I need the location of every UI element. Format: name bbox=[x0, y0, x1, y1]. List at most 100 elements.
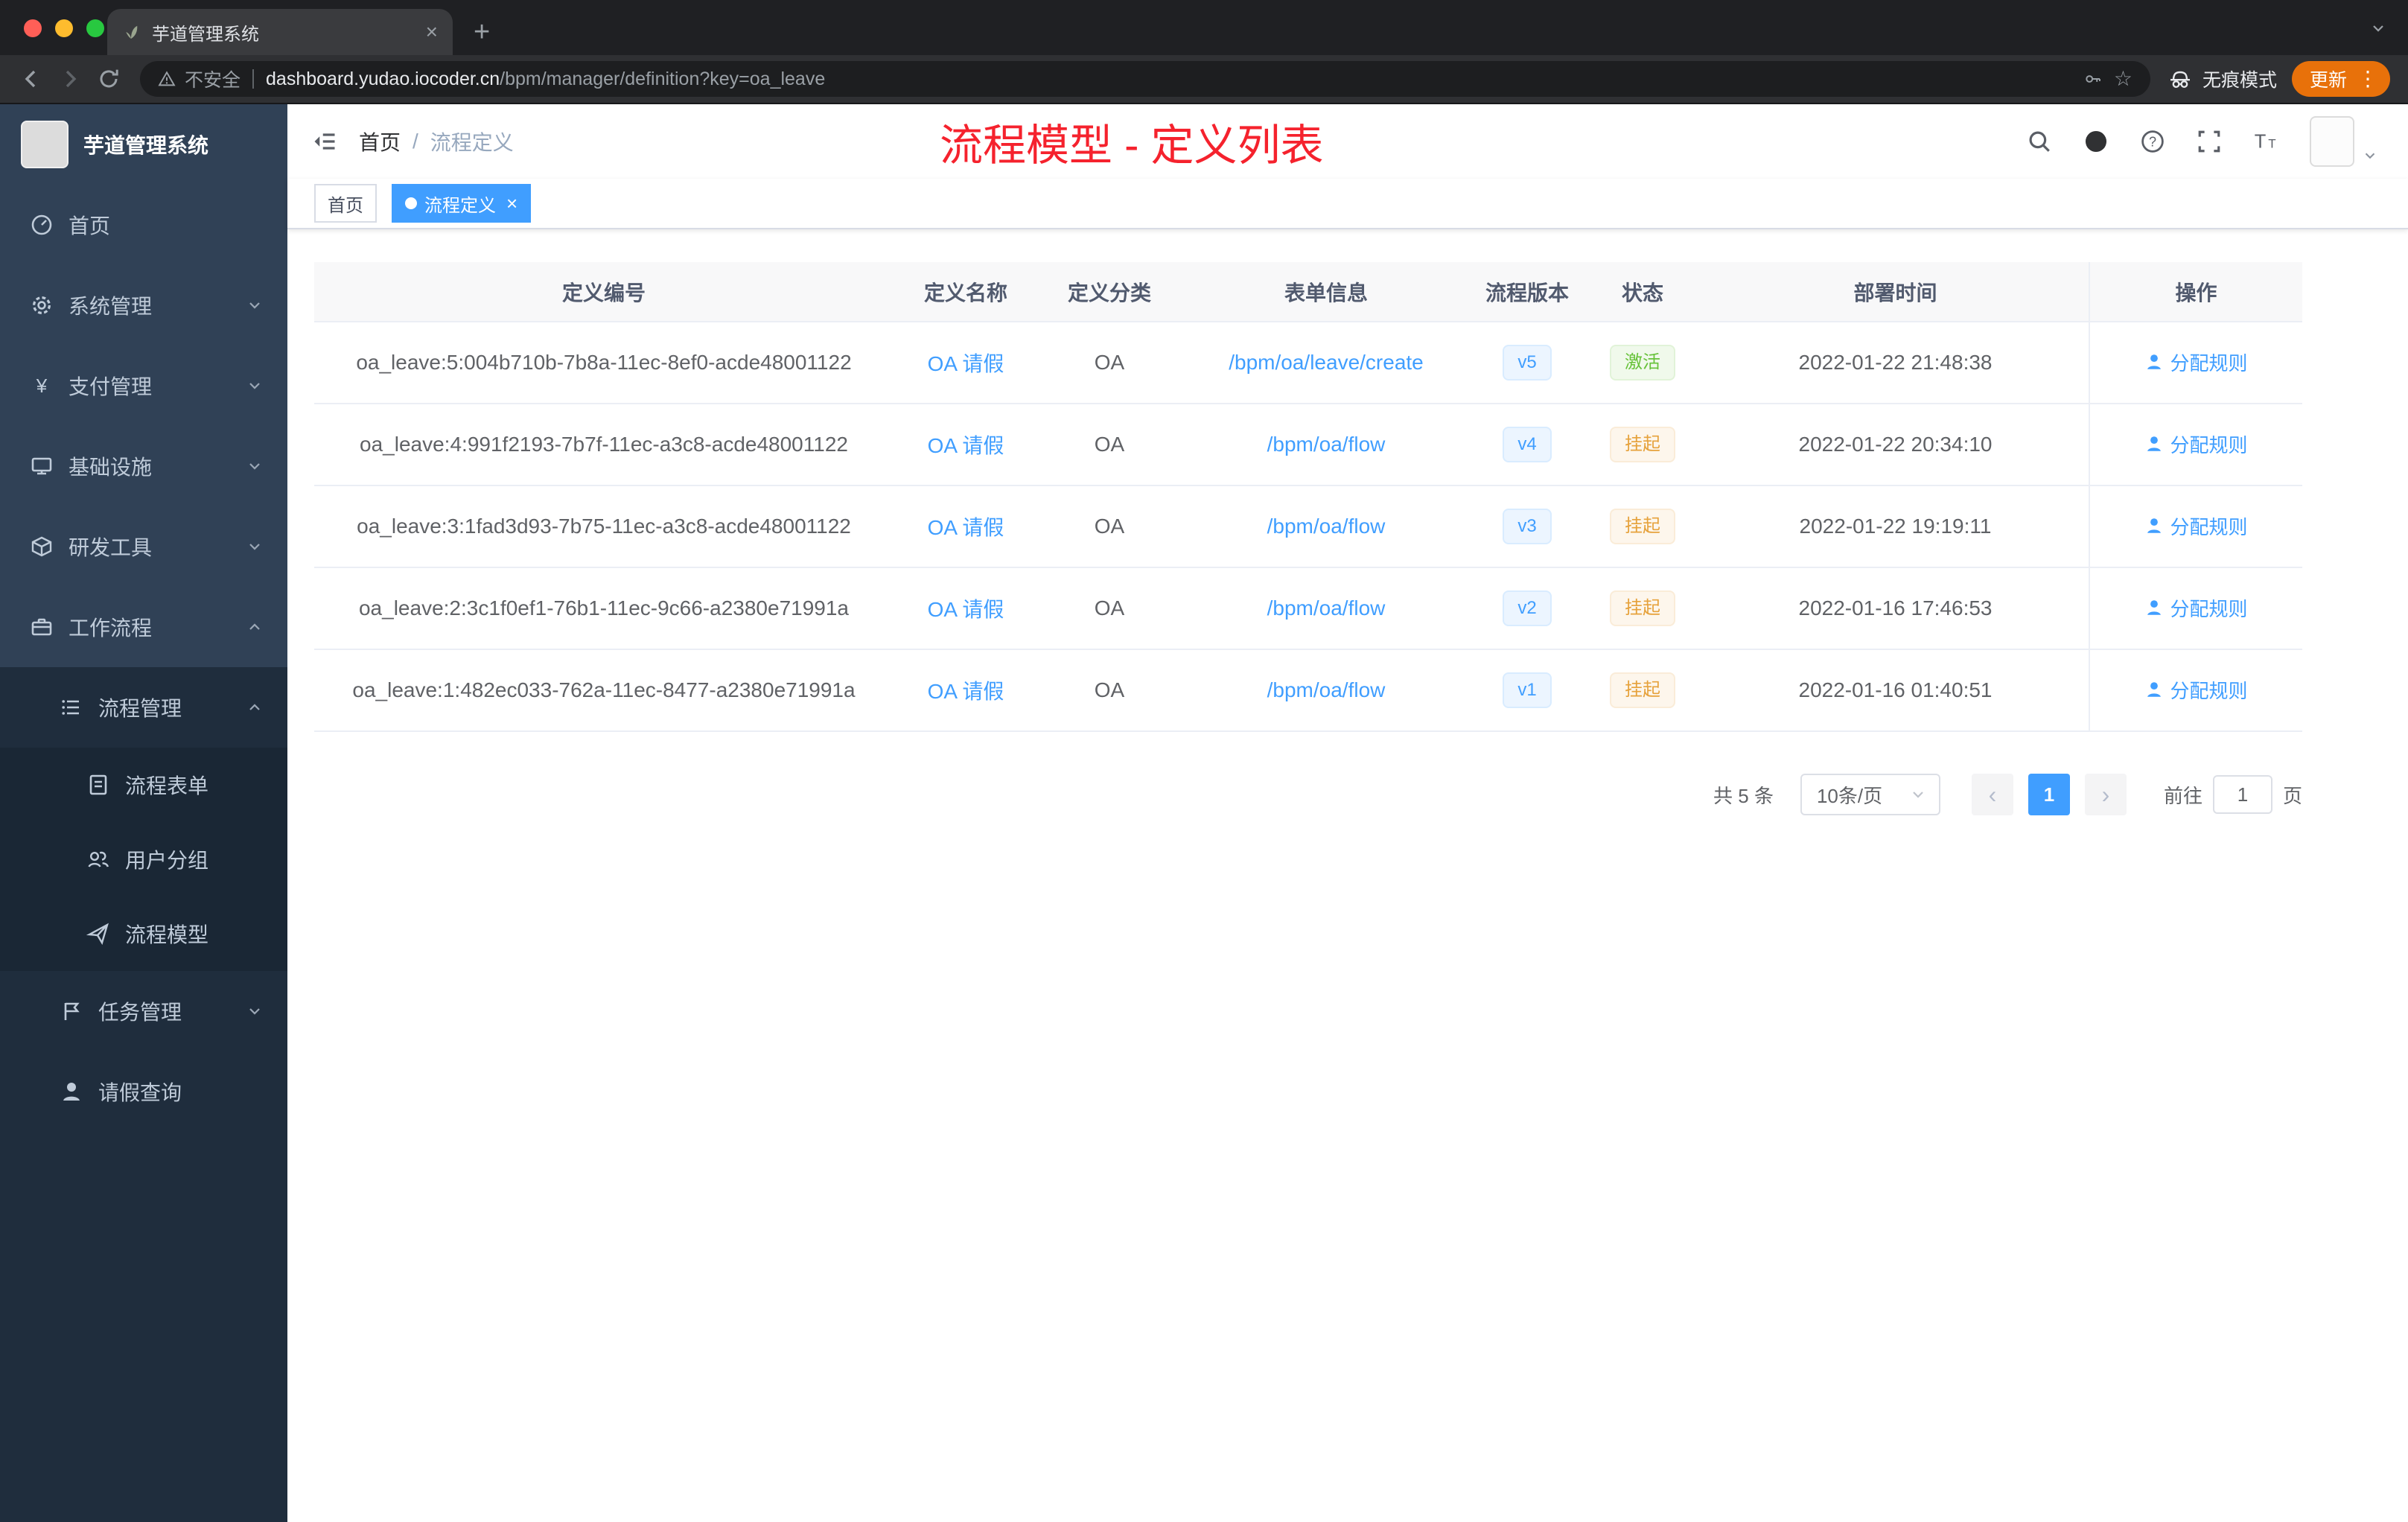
reload-button[interactable] bbox=[89, 60, 128, 98]
definition-name-link[interactable]: OA 请假 bbox=[928, 680, 1004, 703]
url-host: dashboard.yudao.iocoder.cn bbox=[266, 68, 500, 89]
user-icon bbox=[2144, 434, 2164, 453]
close-window-button[interactable] bbox=[24, 19, 42, 37]
assign-rule-link[interactable]: 分配规则 bbox=[2144, 348, 2248, 376]
sidebar-item-workflow[interactable]: 工作流程 bbox=[0, 587, 287, 667]
cell-category: OA bbox=[1038, 322, 1181, 404]
sidebar-item-task-management[interactable]: 任务管理 bbox=[0, 971, 287, 1051]
fullscreen-icon[interactable] bbox=[2197, 129, 2222, 154]
goto-page-input[interactable] bbox=[2212, 775, 2272, 814]
version-tag: v3 bbox=[1503, 509, 1552, 544]
forward-button[interactable] bbox=[51, 60, 89, 98]
github-icon[interactable] bbox=[2083, 129, 2109, 154]
assign-rule-link[interactable]: 分配规则 bbox=[2144, 594, 2248, 622]
tag-close-icon[interactable]: × bbox=[506, 194, 517, 213]
tag-home[interactable]: 首页 bbox=[314, 184, 377, 223]
sidebar-item-label: 工作流程 bbox=[69, 617, 153, 640]
sidebar-item-payment[interactable]: 支付管理 bbox=[0, 346, 287, 426]
page-annotation: 流程模型 - 定义列表 bbox=[940, 121, 1324, 170]
definition-table: 定义编号 定义名称 定义分类 表单信息 流程版本 状态 部署时间 操作 oa_l bbox=[314, 262, 2302, 732]
page-size-select[interactable]: 10条/页 bbox=[1800, 774, 1940, 815]
minimize-window-button[interactable] bbox=[55, 19, 73, 37]
form-link[interactable]: /bpm/oa/flow bbox=[1267, 515, 1386, 538]
status-tag: 激活 bbox=[1610, 345, 1675, 380]
form-link[interactable]: /bpm/oa/flow bbox=[1267, 433, 1386, 456]
prev-page-button[interactable]: ‹ bbox=[1971, 774, 2013, 815]
user-menu[interactable] bbox=[2310, 116, 2378, 167]
update-button[interactable]: 更新 ⋮ bbox=[2291, 61, 2390, 97]
next-page-button[interactable]: › bbox=[2084, 774, 2127, 815]
table-row: oa_leave:1:482ec033-762a-11ec-8477-a2380… bbox=[314, 649, 2302, 732]
browser-tab[interactable]: 芋道管理系统 × bbox=[107, 9, 453, 55]
col-form-info: 表单信息 bbox=[1181, 262, 1471, 322]
definition-name-link[interactable]: OA 请假 bbox=[928, 516, 1004, 539]
favicon-icon bbox=[122, 23, 140, 41]
definition-name-link[interactable]: OA 请假 bbox=[928, 434, 1004, 457]
sidebar-item-user-group[interactable]: 用户分组 bbox=[0, 822, 287, 897]
sidebar-item-system[interactable]: 系统管理 bbox=[0, 265, 287, 346]
assign-rule-link[interactable]: 分配规则 bbox=[2144, 512, 2248, 540]
sidebar-item-label: 流程管理 bbox=[98, 697, 182, 720]
status-tag: 挂起 bbox=[1610, 509, 1675, 544]
flag-icon bbox=[60, 999, 83, 1023]
sidebar-item-devtools[interactable]: 研发工具 bbox=[0, 506, 287, 587]
top-navbar: 首页 / 流程定义 流程模型 - 定义列表 bbox=[287, 104, 2408, 179]
sidebar-item-label: 支付管理 bbox=[69, 375, 153, 398]
sidebar: 芋道管理系统 首页 系统管理 支付管理 基础设施 研发工具 工作流程 流程管理 … bbox=[0, 104, 287, 1522]
sidebar-item-infrastructure[interactable]: 基础设施 bbox=[0, 426, 287, 506]
assign-rule-link[interactable]: 分配规则 bbox=[2144, 676, 2248, 704]
definition-name-link[interactable]: OA 请假 bbox=[928, 352, 1004, 375]
incognito-label: 无痕模式 bbox=[2202, 70, 2277, 91]
browser-menu-icon[interactable]: ⋮ bbox=[2357, 69, 2378, 89]
sidebar-item-process-model[interactable]: 流程模型 bbox=[0, 897, 287, 971]
back-button[interactable] bbox=[12, 60, 51, 98]
assign-rule-label: 分配规则 bbox=[2170, 433, 2248, 456]
page-number-1[interactable]: 1 bbox=[2028, 774, 2070, 815]
bookmark-star-icon[interactable]: ☆ bbox=[2114, 69, 2133, 89]
tab-close-icon[interactable]: × bbox=[426, 22, 438, 42]
search-icon[interactable] bbox=[2027, 129, 2052, 154]
url-path: /bpm/manager/definition?key=oa_leave bbox=[500, 68, 826, 89]
form-link[interactable]: /bpm/oa/flow bbox=[1267, 678, 1386, 701]
sidebar-fold-icon[interactable] bbox=[311, 128, 338, 155]
security-chip[interactable]: 不安全 bbox=[158, 66, 241, 92]
sidebar-item-label: 流程表单 bbox=[125, 774, 209, 797]
chevron-up-icon bbox=[246, 698, 264, 716]
avatar[interactable] bbox=[2310, 116, 2354, 167]
sidebar-item-label: 研发工具 bbox=[69, 536, 153, 559]
chevron-down-icon bbox=[246, 457, 264, 475]
chevron-down-icon bbox=[246, 377, 264, 395]
col-status: 状态 bbox=[1583, 262, 1702, 322]
cell-definition-id: oa_leave:4:991f2193-7b7f-11ec-a3c8-acde4… bbox=[314, 404, 894, 486]
question-icon[interactable] bbox=[2140, 129, 2165, 154]
maximize-window-button[interactable] bbox=[86, 19, 104, 37]
tag-process-definition[interactable]: 流程定义 × bbox=[392, 184, 532, 223]
chevron-down-icon bbox=[1909, 786, 1927, 803]
table-row: oa_leave:2:3c1f0ef1-76b1-11ec-9c66-a2380… bbox=[314, 567, 2302, 650]
browser-window: 芋道管理系统 × + 不安全 dashboard.yudao.iocoder.c… bbox=[0, 0, 2408, 1522]
password-key-icon[interactable] bbox=[2084, 70, 2102, 88]
workflow-submenu: 流程管理 流程表单 用户分组 流程模型 任务管理 请假查询 bbox=[0, 667, 287, 1522]
sidebar-item-label: 首页 bbox=[69, 214, 111, 238]
form-link[interactable]: /bpm/oa/flow bbox=[1267, 596, 1386, 620]
tab-search-icon[interactable] bbox=[2369, 19, 2387, 37]
sidebar-item-label: 用户分组 bbox=[125, 849, 209, 872]
sidebar-item-leave-query[interactable]: 请假查询 bbox=[0, 1051, 287, 1132]
sidebar-item-process-management[interactable]: 流程管理 bbox=[0, 667, 287, 748]
definition-name-link[interactable]: OA 请假 bbox=[928, 598, 1004, 621]
assign-rule-link[interactable]: 分配规则 bbox=[2144, 430, 2248, 458]
document-icon bbox=[86, 773, 110, 797]
app-title: 芋道管理系统 bbox=[83, 134, 209, 157]
cell-deploy-time: 2022-01-16 01:40:51 bbox=[1702, 649, 2089, 732]
sidebar-item-process-form[interactable]: 流程表单 bbox=[0, 748, 287, 822]
tag-label: 流程定义 bbox=[424, 195, 496, 216]
font-size-icon[interactable] bbox=[2253, 129, 2278, 154]
new-tab-button[interactable]: + bbox=[474, 18, 490, 46]
briefcase-icon bbox=[30, 615, 54, 639]
user-icon bbox=[2144, 680, 2164, 699]
sidebar-item-home[interactable]: 首页 bbox=[0, 185, 287, 265]
breadcrumb-home[interactable]: 首页 bbox=[359, 127, 401, 156]
address-bar[interactable]: 不安全 dashboard.yudao.iocoder.cn/bpm/manag… bbox=[140, 61, 2150, 97]
form-link[interactable]: /bpm/oa/leave/create bbox=[1229, 351, 1424, 374]
pagination: 共 5 条 10条/页 ‹ 1 › 前往 页 bbox=[314, 774, 2302, 815]
